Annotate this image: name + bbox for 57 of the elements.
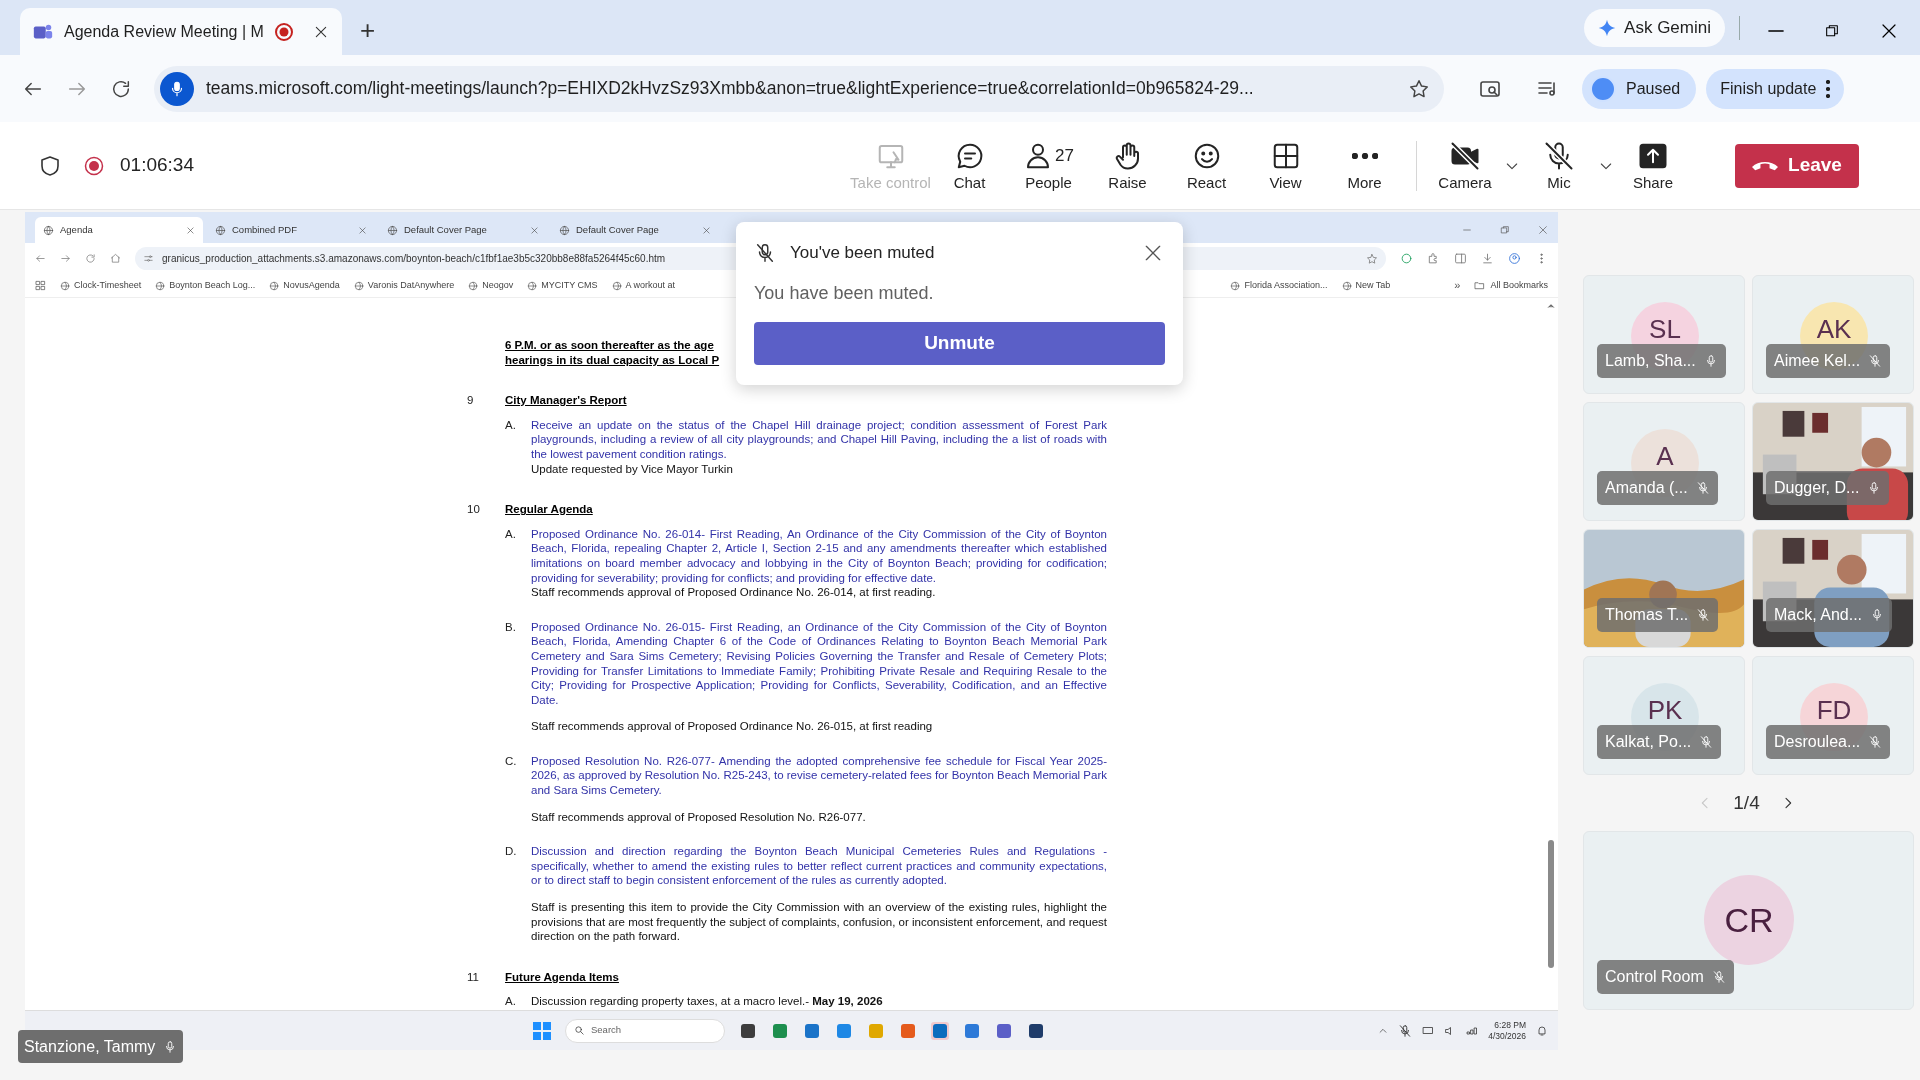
section-number: 11 [467, 969, 480, 985]
agenda-item-text: Proposed Resolution No. R26-077- Amending the adopted comprehensive fee schedule for Fiscal Year 2025-2026, as approved by Resolution No. R25-243, to revise cemetery-related fees for Boynton Beach Memorial Park and Sara Sims Cemetery. [531, 753, 1107, 798]
url-text: teams.microsoft.com/light-meetings/launch?p=EHIXD2kHvzSz93Xmbb&anon=true&lightExperience=true&correlationId=0b965824-29... [206, 77, 1254, 101]
profile-status: Paused [1626, 78, 1681, 99]
section-number: 9 [467, 393, 475, 408]
page-indicator: 1/4 [1733, 790, 1760, 815]
participant-name: Control Room [1605, 967, 1704, 987]
participant-name: Desroulea... [1774, 732, 1861, 752]
item-letter: A. [505, 994, 517, 1009]
item-letter: A. [505, 526, 517, 542]
agenda-item-text: Discussion regarding property taxes, at a macro level.- May 19, 2026 [531, 994, 884, 1009]
section-number: 10 [467, 502, 481, 517]
notification-message: You have been muted. [754, 281, 935, 305]
participant-name: Thomas T... [1605, 605, 1689, 625]
avatar-initials: AK [1816, 312, 1852, 346]
participant-name: Lamb, Sha... [1605, 351, 1696, 371]
item-letter: C. [505, 753, 518, 769]
participant-name: Mack, And... [1774, 605, 1863, 625]
item-note: Staff recommends approval of Proposed Resolution No. R26-077. [531, 809, 867, 825]
section-heading: Regular Agenda [505, 502, 593, 517]
notification-title: You've been muted [790, 242, 935, 264]
item-note: Staff is presenting this item to provide the City Commission with an overview of the existing rules, highlight the provisions that are most frequently the subject of complaints, confusion, or inconsistent enforcement, and request direction on the path forward. [531, 900, 1107, 944]
taskbar-date: 4/30/2026 [1488, 1030, 1526, 1042]
heading-text: hearings in its dual capacity as Local P [505, 352, 720, 368]
agenda-item-text: Discussion and direction regarding the Boynton Beach Municipal Cemeteries Rules and Regulations - specifically, whether to amend the existing rules to better reflect current practices and community expectations, or to direct staff to begin consistent enforcement of the rules as currently adopted. [531, 844, 1107, 889]
participant-name: Dugger, D... [1774, 478, 1860, 498]
tab-title: Agenda Review Meeting | M [64, 21, 264, 42]
avatar-initials: SL [1649, 312, 1681, 346]
finish-update-label: Finish update [1720, 78, 1817, 99]
agenda-item-text: Proposed Ordinance No. 26-014- First Reading, An Ordinance of the City Commission of the City of Boynton Beach, Florida, repealing Chapter 2, Article I, Section 2-15 and any amendments thereafter which established limitations on board member advocacy and lobbying in the City of Boynton Beach; providing for codification; providing for severability; providing for conflicts; and providing for effective date. [531, 526, 1107, 586]
section-heading: City Manager's Report [505, 393, 627, 408]
avatar-initials: A [1656, 439, 1674, 473]
tab-title: Default Cover Page [576, 222, 659, 237]
item-note: Update requested by Vice Mayor Turkin [531, 461, 734, 477]
taskbar-time: 6:28 PM [1494, 1019, 1526, 1031]
tab-title: Combined PDF [232, 222, 297, 237]
agenda-item-text: Proposed Ordinance No. 26-015- First Reading, an Ordinance of the City Commission of the City of Boynton Beach, Florida, Amending Chapter 6 of the Code of Ordinances Relating to Boynton Beach Memorial Park Cemetery and Sara Sims Cemetery; Revising Policies Governing the Transfer and Resale of Cemetery Plots; Providing for Transfer Limitations to Immediate Family; Prohibiting Private Resale and Requiring Resale to the City; Providing for Prospective Application; Providing for Conflicts, Severability, Codification, and an Effective Date. [531, 619, 1107, 708]
section-heading: Future Agenda Items [505, 969, 619, 985]
item-letter: B. [505, 619, 517, 635]
avatar-initials: FD [1816, 693, 1852, 727]
item-letter: A. [505, 417, 517, 433]
heading-text: 6 P.M. or as soon thereafter as the age [505, 338, 714, 353]
item-letter: D. [505, 844, 518, 860]
item-note: Staff recommends approval of Proposed Ordinance No. 26-014, at first reading. [531, 585, 937, 600]
participant-name: Kalkat, Po... [1605, 732, 1692, 752]
item-note: Staff recommends approval of Proposed Ordinance No. 26-015, at first reading [531, 719, 934, 734]
participant-name: Amanda (... [1605, 478, 1688, 498]
tab-title: Default Cover Page [404, 222, 487, 237]
people-count: 27 [1055, 145, 1074, 168]
agenda-item-text: Receive an update on the status of the Chapel Hill drainage project; condition assessment of Forest Park playgrounds, including a review of all city playgrounds; and Chapel Hill Paving, including the a list of roads with the lowest pavement condition ratings. [531, 417, 1107, 462]
participant-name: Aimee Kel... [1774, 351, 1861, 371]
presenter-name: Stanzione, Tammy [24, 1036, 156, 1057]
tab-title: Agenda [60, 222, 93, 237]
url-text: granicus_production_attachments.s3.amazonaws.com/boynton-beach/c1fbf1ae3b5c320bb8e88fa5264f45c60.htm [162, 252, 666, 266]
avatar-initials: PK [1647, 693, 1683, 727]
avatar-initials: CR [1724, 899, 1774, 941]
meeting-timer: 01:06:34 [120, 153, 194, 178]
